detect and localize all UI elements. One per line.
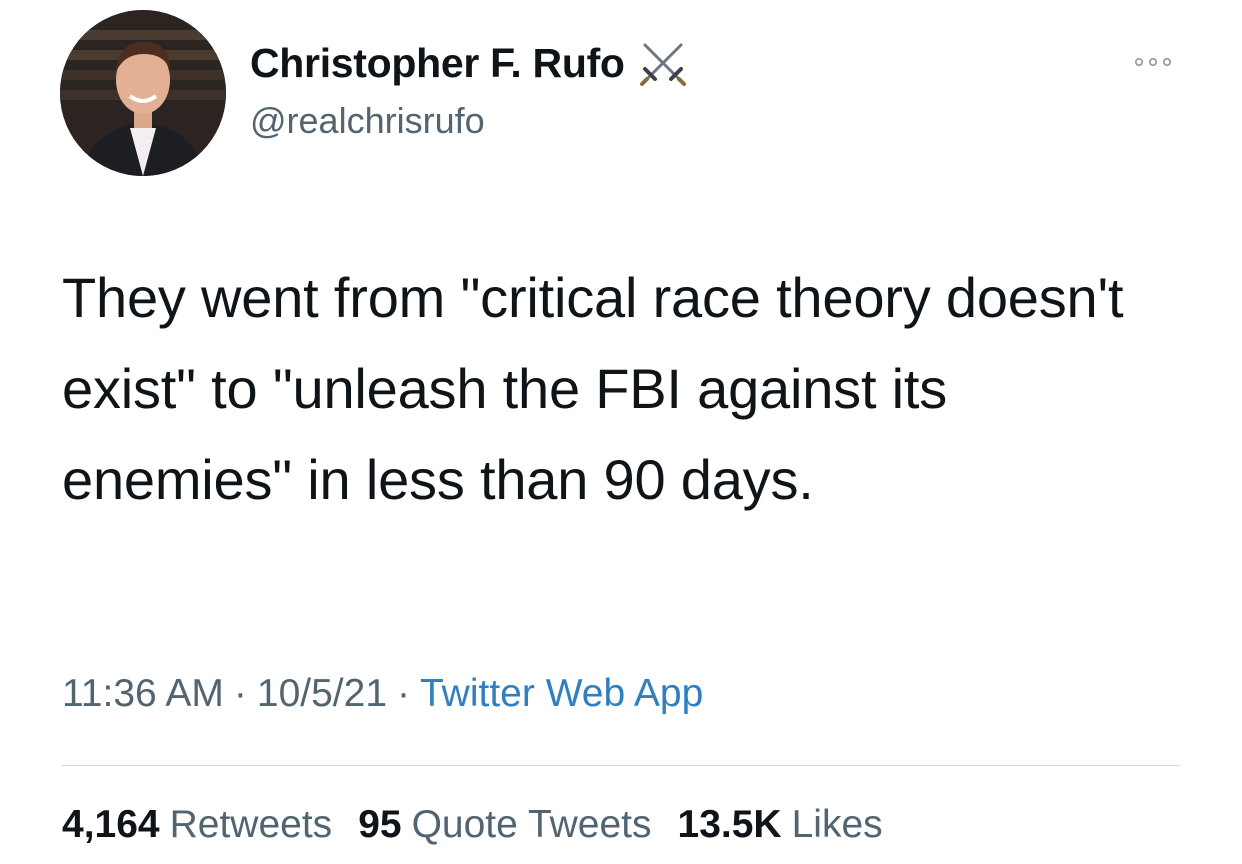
likes-count: 13.5K <box>677 803 782 846</box>
author-name-row: Christopher F. Rufo <box>250 38 689 88</box>
tweet-time[interactable]: 11:36 AM <box>62 672 224 715</box>
likes-stat[interactable]: 13.5K Likes <box>678 803 883 847</box>
crossed-swords-icon <box>639 43 686 86</box>
retweets-label: Retweets <box>169 803 333 846</box>
avatar-photo <box>60 10 226 176</box>
quote-tweets-label: Quote Tweets <box>411 803 652 846</box>
tweet-text: They went from "critical race theory doe… <box>62 266 1124 511</box>
tweet-meta: 11:36 AM · 10/5/21 · Twitter Web App <box>62 672 703 716</box>
tweet: Christopher F. Rufo @realchrisrufo They … <box>0 0 1242 864</box>
quote-tweets-stat[interactable]: 95 Quote Tweets <box>358 803 651 847</box>
tweet-source-link[interactable]: Twitter Web App <box>420 672 703 715</box>
display-name[interactable]: Christopher F. Rufo <box>250 40 625 87</box>
tweet-stats: 4,164 Retweets 95 Quote Tweets 13.5K Likes <box>62 803 883 847</box>
divider <box>62 765 1180 766</box>
meta-separator: · <box>233 672 247 715</box>
retweets-count: 4,164 <box>62 803 160 846</box>
author-handle[interactable]: @realchrisrufo <box>250 100 485 142</box>
avatar[interactable] <box>60 10 226 176</box>
quote-tweets-count: 95 <box>358 803 402 846</box>
more-options-icon[interactable] <box>1132 52 1174 72</box>
meta-separator: · <box>397 672 411 715</box>
retweets-stat[interactable]: 4,164 Retweets <box>62 803 332 847</box>
likes-label: Likes <box>791 803 883 846</box>
tweet-date[interactable]: 10/5/21 <box>257 672 387 715</box>
